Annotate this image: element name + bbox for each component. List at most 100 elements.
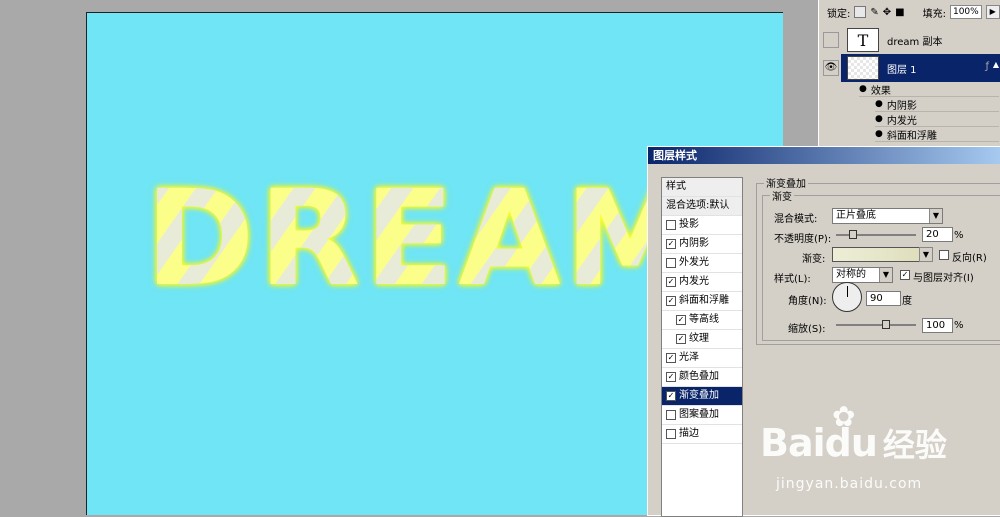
- blend-mode-value: 正片叠底: [836, 210, 876, 221]
- style-item[interactable]: 外发光: [662, 254, 742, 273]
- blend-mode-label: 混合模式:: [774, 214, 818, 225]
- eye-icon[interactable]: ●: [875, 114, 883, 124]
- visibility-toggle[interactable]: [823, 32, 839, 48]
- gradient-style-select[interactable]: 对称的 ▼: [832, 267, 893, 283]
- watermark-cn: 经验: [882, 426, 947, 464]
- blend-mode-select[interactable]: 正片叠底 ▼: [832, 208, 943, 224]
- blend-options-item[interactable]: 混合选项:默认: [662, 197, 742, 216]
- opacity-slider-handle[interactable]: [849, 230, 857, 239]
- scale-slider-handle[interactable]: [882, 320, 890, 329]
- eye-icon[interactable]: ●: [875, 129, 883, 139]
- lock-transparent-icon[interactable]: [854, 6, 867, 18]
- style-item-label: 图案叠加: [679, 409, 719, 420]
- gradient-dropdown[interactable]: ▼: [919, 247, 933, 262]
- style-item-label: 投影: [679, 219, 699, 230]
- style-item[interactable]: ✓ 颜色叠加: [662, 368, 742, 387]
- effect-label: 斜面和浮雕: [886, 130, 937, 142]
- layers-lock-bar: 锁定: ✎ ✥ ■ 填充: 100% ▶: [819, 0, 1000, 24]
- styles-header[interactable]: 样式: [662, 178, 742, 197]
- chevron-down-icon: ▼: [919, 247, 933, 262]
- style-items: 投影 ✓ 内阴影 外发光 ✓ 内发光 ✓ 斜面和浮雕 ✓ 等高线 ✓ 纹理 ✓ 光泽 ✓ 颜色叠加 ✓ 渐变叠加图…: [662, 216, 742, 444]
- style-checkbox[interactable]: ✓: [666, 277, 676, 287]
- chevron-down-icon: ▼: [879, 268, 892, 282]
- style-item[interactable]: ✓ 斜面和浮雕: [662, 292, 742, 311]
- fill-arrow-icon[interactable]: ▶: [985, 5, 1000, 19]
- layer-row-dream-copy[interactable]: T dream 副本: [819, 26, 1000, 54]
- angle-dial-hand: [847, 286, 848, 297]
- style-item[interactable]: 投影: [662, 216, 742, 235]
- style-item-label: 外发光: [679, 257, 709, 268]
- fill-input[interactable]: 100%: [949, 5, 982, 19]
- style-item-label: 描边: [679, 428, 699, 439]
- align-with-layer-checkbox[interactable]: ✓: [900, 270, 910, 280]
- layer-name: 图层 1: [887, 64, 917, 76]
- opacity-label: 不透明度(P):: [774, 234, 832, 245]
- paw-icon: ✿: [832, 400, 856, 433]
- layer-row-layer1[interactable]: 👁 图层 1 ƒ ▲: [819, 54, 1000, 82]
- scale-label: 缩放(S):: [788, 324, 826, 335]
- baidu-jingyan-watermark: ✿ Baidu 经验 jingyan.baidu.com: [760, 400, 947, 492]
- style-checkbox[interactable]: [666, 220, 676, 230]
- angle-input[interactable]: 90: [866, 291, 901, 306]
- canvas-text-dream: DREAM: [145, 162, 700, 316]
- style-item[interactable]: ✓ 内阴影: [662, 235, 742, 254]
- watermark-logo: Baidu: [760, 421, 878, 465]
- style-item-label: 等高线: [689, 314, 719, 325]
- style-item[interactable]: 图案叠加: [662, 406, 742, 425]
- percent-label: %: [954, 230, 964, 241]
- scale-input[interactable]: 100: [922, 318, 953, 333]
- effect-item[interactable]: ● 内阴影: [875, 97, 999, 112]
- reverse-checkbox[interactable]: [939, 250, 949, 260]
- style-checkbox[interactable]: [666, 429, 676, 439]
- effects-label: 效果: [870, 85, 891, 97]
- opacity-slider[interactable]: [836, 234, 916, 236]
- align-with-layer-label: 与图层对齐(I): [913, 273, 974, 284]
- style-item[interactable]: ✓ 内发光: [662, 273, 742, 292]
- eye-icon[interactable]: 👁: [823, 60, 839, 76]
- style-checkbox[interactable]: ✓: [666, 296, 676, 306]
- style-checkbox[interactable]: ✓: [666, 353, 676, 363]
- layer-thumbnail: [847, 56, 879, 80]
- effect-label: 内发光: [886, 115, 917, 127]
- style-item-label: 渐变叠加: [679, 390, 719, 401]
- style-checkbox[interactable]: ✓: [666, 372, 676, 382]
- fill-label: 填充:: [922, 8, 946, 20]
- style-item[interactable]: ✓ 纹理: [662, 330, 742, 349]
- layer-name: dream 副本: [887, 36, 943, 48]
- style-checkbox[interactable]: ✓: [676, 315, 686, 325]
- eye-icon[interactable]: ●: [875, 99, 883, 109]
- angle-dial[interactable]: [832, 282, 862, 312]
- gradient-label: 渐变:: [802, 254, 826, 265]
- style-item[interactable]: ✓ 光泽: [662, 349, 742, 368]
- style-item[interactable]: ✓ 等高线: [662, 311, 742, 330]
- scale-slider[interactable]: [836, 324, 916, 326]
- style-checkbox[interactable]: [666, 410, 676, 420]
- style-checkbox[interactable]: ✓: [676, 334, 686, 344]
- opacity-input[interactable]: 20: [922, 227, 953, 242]
- lock-brush-icon[interactable]: ✎: [870, 7, 878, 18]
- chevron-down-icon: ▼: [929, 209, 942, 223]
- gradient-style-value: 对称的: [836, 269, 866, 280]
- style-item-label: 纹理: [689, 333, 709, 344]
- style-checkbox[interactable]: ✓: [666, 239, 676, 249]
- eye-icon[interactable]: ●: [859, 84, 867, 94]
- expand-arrow-icon[interactable]: ▲: [993, 60, 999, 69]
- effect-item[interactable]: ● 斜面和浮雕: [875, 127, 999, 142]
- style-label: 样式(L):: [774, 274, 811, 285]
- percent-label: %: [954, 320, 964, 331]
- style-item-label: 内阴影: [679, 238, 709, 249]
- style-item[interactable]: ✓ 渐变叠加: [662, 387, 742, 406]
- effects-header[interactable]: ● 效果: [859, 82, 999, 97]
- style-item-label: 斜面和浮雕: [679, 295, 729, 306]
- style-checkbox[interactable]: ✓: [666, 391, 676, 401]
- watermark-url: jingyan.baidu.com: [776, 476, 923, 492]
- style-checkbox[interactable]: [666, 258, 676, 268]
- degree-label: 度: [902, 296, 912, 307]
- lock-all-icon[interactable]: ■: [895, 7, 904, 18]
- lock-move-icon[interactable]: ✥: [883, 7, 891, 18]
- style-item[interactable]: 描边: [662, 425, 742, 444]
- effect-item[interactable]: ● 内发光: [875, 112, 999, 127]
- effect-label: 内阴影: [886, 100, 917, 112]
- gradient-picker[interactable]: [832, 247, 930, 262]
- fx-icon: ƒ: [985, 61, 989, 72]
